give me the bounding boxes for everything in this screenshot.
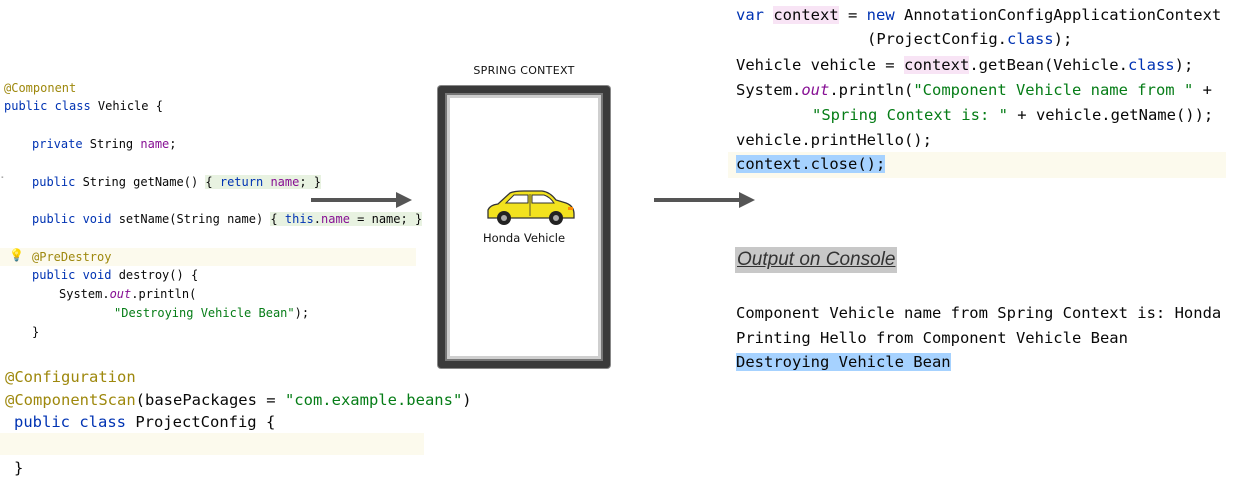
arrow-shaft-left: [311, 198, 397, 202]
honda-vehicle-label: Honda Vehicle: [482, 231, 566, 245]
project-config-arg-line: (ProjectConfig.class);: [867, 30, 1073, 48]
destroying-string-line: "Destroying Vehicle Bean");: [114, 306, 310, 320]
println-component-line: System.out.println("Component Vehicle na…: [736, 81, 1212, 99]
console-line: Component Vehicle name from Spring Conte…: [736, 304, 1222, 322]
config-close-brace: }: [14, 459, 24, 477]
console-heading: Output on Console: [735, 247, 898, 273]
name-field-line: private String name;: [32, 137, 177, 151]
destroy-close-brace: }: [32, 325, 40, 339]
destroy-method-line: public void destroy() {: [32, 268, 199, 282]
spring-context-string-line: "Spring Context is: " + vehicle.getName(…: [812, 106, 1214, 124]
spring-context-title: SPRING CONTEXT: [473, 64, 575, 77]
println-line: System.out.println(: [59, 287, 197, 301]
console-line: Destroying Vehicle Bean: [736, 353, 951, 371]
context-declaration-line: var context = new AnnotationConfigApplic…: [736, 6, 1222, 24]
get-bean-line: Vehicle vehicle = context.getBean(Vehicl…: [736, 56, 1194, 74]
context-close-line: context.close();: [736, 155, 886, 173]
component-scan-line: @ComponentScan(basePackages = "com.examp…: [5, 391, 472, 409]
arrow-head-left: [396, 192, 412, 208]
set-name-line: public void setName(String name) { this.…: [32, 212, 423, 226]
arrow-head-right: [739, 192, 755, 208]
car-icon: [487, 190, 575, 225]
component-annotation: @Component: [4, 81, 77, 95]
predestroy-annotation: @PreDestroy: [32, 250, 112, 264]
print-hello-line: vehicle.printHello();: [736, 131, 932, 149]
config-current-line: [0, 433, 424, 455]
console-line: Printing Hello from Component Vehicle Be…: [736, 329, 1128, 347]
configuration-annotation: @Configuration: [5, 368, 136, 386]
vehicle-class-declaration: public class Vehicle {: [4, 99, 163, 113]
gutter-marker: ⠁: [0, 175, 9, 188]
get-name-line: public String getName() { return name; }: [32, 175, 322, 189]
lightbulb-icon[interactable]: 💡: [9, 248, 24, 262]
arrow-shaft-right: [654, 198, 740, 202]
project-config-declaration: public class ProjectConfig {: [14, 413, 276, 431]
